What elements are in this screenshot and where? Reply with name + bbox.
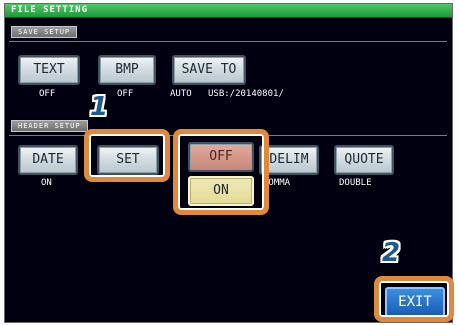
quote-button[interactable]: QUOTE	[334, 145, 394, 175]
text-value: OFF	[39, 89, 56, 99]
header-setup-label: HEADER SETUP	[11, 120, 88, 132]
bmp-value: OFF	[117, 89, 134, 99]
title-bar: FILE SETTING	[5, 4, 452, 18]
step-2-highlight-ring	[374, 276, 454, 322]
save-setup-divider	[9, 41, 447, 42]
screen-title: FILE SETTING	[11, 5, 89, 15]
save-to-path: USB:/20140801/	[208, 89, 284, 99]
save-setup-label: SAVE SETUP	[11, 26, 78, 38]
save-to-mode: AUTO	[170, 89, 192, 99]
date-button[interactable]: DATE	[18, 145, 78, 175]
on-off-highlight-ring	[173, 129, 269, 215]
step-1-badge: 1	[90, 92, 109, 122]
quote-value: DOUBLE	[339, 178, 372, 188]
step-1-highlight-ring	[84, 129, 170, 182]
save-to-button[interactable]: SAVE TO	[172, 55, 246, 85]
bmp-button[interactable]: BMP	[98, 55, 156, 85]
date-value: ON	[41, 178, 52, 188]
step-2-badge: 2	[382, 238, 401, 268]
text-button[interactable]: TEXT	[18, 55, 80, 85]
